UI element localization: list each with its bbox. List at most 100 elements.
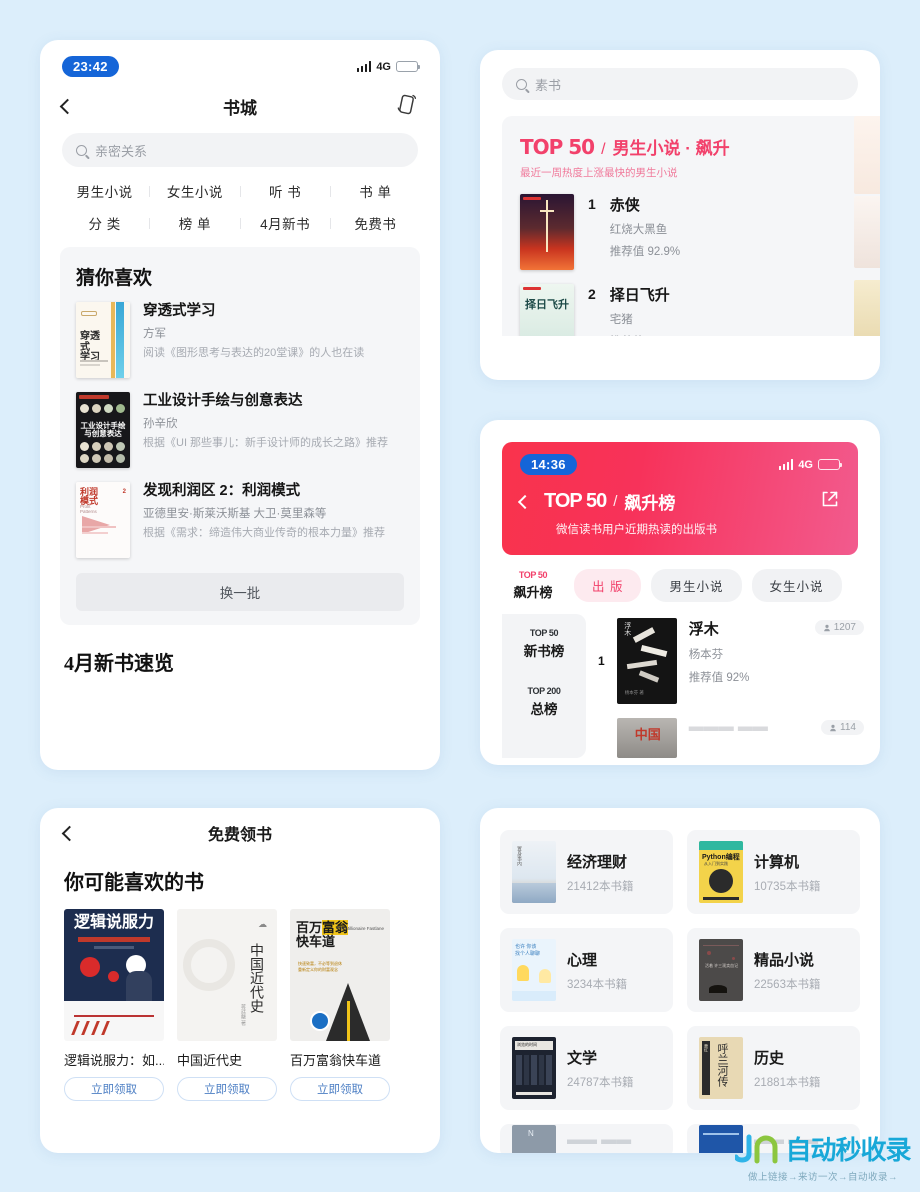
catnav-free-books[interactable]: 免费书 [331, 213, 420, 233]
claim-button[interactable]: 立即领取 [64, 1077, 164, 1101]
category-cover: N [512, 1124, 556, 1153]
page-title: 书城 [223, 98, 257, 118]
rank-separator: / [601, 141, 606, 158]
category-name: 计算机 [754, 853, 800, 871]
rank-subtitle: 最近一周热度上涨最快的男生小说 [520, 167, 678, 179]
categories-panel: 置身事内 经济理财 21412本书籍 Python编程 从入门到实践 计算机 1… [480, 808, 880, 1153]
signal-bars-icon [778, 459, 794, 470]
list-item[interactable]: 穿透式 学习 穿透式学习 方军 阅读《图形思考与表达的20堂课》的人也在读 [76, 302, 404, 378]
category-info: 经济理财 21412本书籍 [567, 851, 633, 894]
bookstore-panel: 23:42 4G 书城 亲密关系 男生小说 女生小说 听 书 书 单 分 类 榜… [40, 40, 440, 770]
signal-bars-icon [356, 61, 372, 72]
book-author: 杨本芬 [688, 649, 724, 661]
book-cover [520, 194, 574, 270]
book-cover: 中国近代史 ☁ 蒋廷黻 著 [177, 909, 277, 1041]
score-label: 推荐值 [688, 672, 724, 684]
book-cover: 择日飞升 [520, 284, 574, 336]
catnav-april-new[interactable]: 4月新书 [241, 213, 330, 233]
list-item[interactable]: 百万富翁 快车道 The Millionaire Fastlane 快速致富，不必… [290, 909, 390, 1101]
table-row[interactable]: 择日飞升 2 择日飞升 宅猪 推荐值 90.9% [520, 284, 880, 336]
list-item[interactable]: 1 浮木 杨本芬 著 浮木 杨本芬 推荐值 92% 1207 [598, 618, 864, 704]
top50-logo: TOP 50 [520, 135, 595, 159]
list-item[interactable]: 利润 模式 2 Profit Patterns 发现利润区 2：利润模式 亚德里安·… [76, 482, 404, 558]
book-cover: 百万富翁 快车道 The Millionaire Fastlane 快速致富，不必… [290, 909, 390, 1041]
rank-header: TOP 50 / 男生小说 · 飙升 [520, 134, 880, 159]
category-info: 文学 24787本书籍 [567, 1047, 633, 1090]
claim-button[interactable]: 立即领取 [177, 1077, 277, 1101]
category-count: 3234本书籍 [567, 978, 628, 991]
tab-publication[interactable]: 出 版 [574, 569, 642, 602]
book-title: 工业设计手绘与创意表达 [143, 393, 303, 409]
share-external-icon[interactable] [820, 489, 840, 514]
category-name: 经济理财 [567, 853, 628, 871]
soaring-list-panel: 14:36 4G TOP 50 / 飙升榜 微信读书用户近期热读的出版书 TOP… [480, 420, 880, 765]
bookstore-navbar: 书城 [40, 83, 440, 129]
category-card-partial-right[interactable]: ▬▬ ▬▬ [687, 1124, 860, 1153]
search-input[interactable]: 素书 [535, 75, 561, 94]
book-cover: 逻辑说服力 [64, 909, 164, 1041]
person-icon [823, 624, 830, 631]
hero-subtitle: 微信读书用户近期热读的出版书 [556, 524, 717, 536]
guess-you-like-card: 猜你喜欢 穿透式 学习 穿透式学习 方军 阅读《图形思考与表达的20堂课》的人也… [60, 247, 420, 625]
book-title: 赤侠 [609, 197, 640, 214]
list-item[interactable]: 2 中国 ▬▬▬ ▬▬ 114 [598, 718, 864, 758]
bookstore-search[interactable]: 亲密关系 [62, 133, 418, 167]
guess-title: 猜你喜欢 [76, 268, 153, 289]
sidebar-item-new-books[interactable]: TOP 50 新书榜 [502, 628, 586, 660]
category-info: 历史 21881本书籍 [754, 1047, 820, 1090]
claim-button[interactable]: 立即领取 [290, 1077, 390, 1101]
sidebar-item-overall[interactable]: TOP 200 总榜 [502, 686, 586, 718]
soaring-hero: 14:36 4G TOP 50 / 飙升榜 微信读书用户近期热读的出版书 [502, 442, 858, 555]
tab-female-novel[interactable]: 女生小说 [751, 569, 842, 602]
category-card-finance[interactable]: 置身事内 经济理财 21412本书籍 [500, 830, 673, 914]
rank-search[interactable]: 素书 [502, 68, 858, 100]
tab-male-novel[interactable]: 男生小说 [651, 569, 742, 602]
list-item[interactable]: 逻辑说服力 逻辑说服力：如... 立即领取 [64, 909, 164, 1101]
book-title: 逻辑说服力：如... [64, 1053, 164, 1068]
guess-book-list: 穿透式 学习 穿透式学习 方军 阅读《图形思考与表达的20堂课》的人也在读 工业… [76, 302, 404, 558]
section-title-april: 4月新书速览 [64, 653, 174, 675]
list-item[interactable]: 工业设计手绘 与创意表达 工业设计手绘与创意表达 孙辛欣 根据《UI 那些事儿：… [76, 392, 404, 468]
back-chevron-icon[interactable] [517, 494, 533, 509]
category-card-novel[interactable]: 活着 许三观卖血记 精品小说 22563本书籍 [687, 928, 860, 1012]
book-title: 择日飞升 [609, 287, 670, 304]
table-row[interactable]: 1 赤侠 红烧大黑鱼 推荐值 92.9% [520, 194, 880, 270]
list-item[interactable]: 中国近代史 ☁ 蒋廷黻 著 中国近代史 立即领取 [177, 909, 277, 1101]
category-card-history[interactable]: 萧红 呼兰河传 历史 21881本书籍 [687, 1026, 860, 1110]
status-bar: 23:42 4G [40, 40, 440, 83]
book-score: 推荐值 92.9% [610, 243, 680, 259]
book-info: 浮木 杨本芬 推荐值 92% [689, 618, 750, 704]
catnav-male-novel[interactable]: 男生小说 [60, 181, 149, 201]
category-cover: 萧红 呼兰河传 [699, 1037, 743, 1099]
network-label: 4G [376, 60, 391, 73]
search-input[interactable]: 亲密关系 [95, 141, 147, 160]
free-books-heading: 你可能喜欢的书 [64, 872, 204, 894]
catnav-classify[interactable]: 分 类 [60, 213, 149, 233]
shake-phone-icon[interactable] [396, 92, 418, 121]
catnav-audiobook[interactable]: 听 书 [241, 181, 330, 201]
categories-grid: 置身事内 经济理财 21412本书籍 Python编程 从入门到实践 计算机 1… [480, 808, 880, 1153]
book-recommend-reason: 根据《需求：缔造伟大商业传奇的根本力量》推荐 [143, 527, 385, 540]
category-card-computer[interactable]: Python编程 从入门到实践 计算机 10735本书籍 [687, 830, 860, 914]
catnav-ranking[interactable]: 榜 单 [150, 213, 239, 233]
watermark-subtitle: 做上链接→来访一次→自动收录→ [747, 1172, 898, 1183]
category-card-literature[interactable]: 浏览的时间 文学 24787本书籍 [500, 1026, 673, 1110]
category-info: ▬▬ ▬▬ [567, 1131, 631, 1148]
book-author: 孙辛欣 [143, 418, 178, 431]
book-cover: 利润 模式 2 Profit Patterns [76, 482, 130, 558]
book-recommend-reason: 阅读《图形思考与表达的20堂课》的人也在读 [143, 347, 365, 360]
category-card-psychology[interactable]: 也许 你该 找个人聊聊 心理 3234本书籍 [500, 928, 673, 1012]
refresh-button[interactable]: 换一批 [76, 573, 404, 611]
catnav-female-novel[interactable]: 女生小说 [150, 181, 239, 201]
book-title: 发现利润区 2：利润模式 [143, 483, 301, 499]
back-chevron-icon[interactable] [59, 98, 76, 114]
hero-separator: / [613, 493, 618, 510]
category-cover: 浏览的时间 [512, 1037, 556, 1099]
catnav-booklist[interactable]: 书 单 [331, 181, 420, 201]
category-card-partial-left[interactable]: N ▬▬ ▬▬ [500, 1124, 673, 1153]
category-info: 心理 3234本书籍 [567, 949, 627, 992]
book-recommend-reason: 根据《UI 那些事儿：新手设计师的成长之路》推荐 [143, 437, 389, 450]
book-cover: 工业设计手绘 与创意表达 [76, 392, 130, 468]
sidebar-item-soaring[interactable]: TOP 50 飙升榜 [502, 570, 564, 601]
category-nav-row-1: 男生小说 女生小说 听 书 书 单 [60, 181, 420, 201]
